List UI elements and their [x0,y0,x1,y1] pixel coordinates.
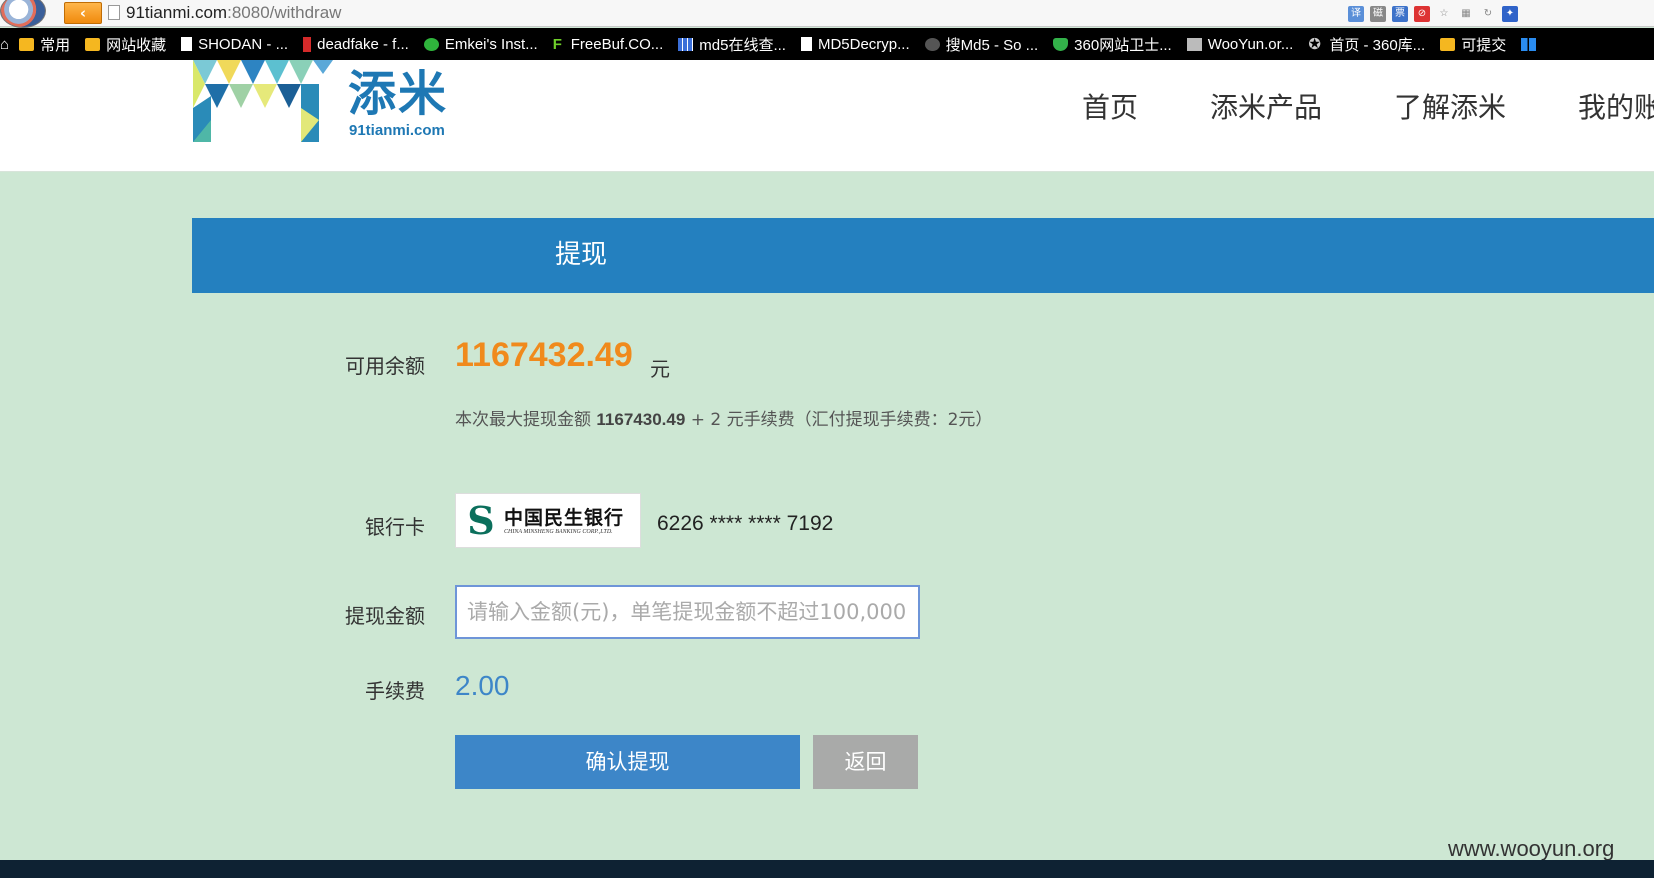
site-logo[interactable]: 添米 91tianmi.com [193,60,453,142]
bookmark-item[interactable]: Emkei's Inst... [423,35,538,53]
confirm-withdraw-button[interactable]: 确认提现 [455,735,800,789]
ticket-icon[interactable]: 票 [1392,6,1408,22]
withdraw-title-bar: 提现 [192,218,1654,293]
bookmark-label: WooYun.or... [1207,35,1294,53]
bookmark-item[interactable]: md5在线查... [678,34,786,55]
bookmark-label: SHODAN - ... [198,35,289,53]
bookmark-label: 搜Md5 - So ... [945,36,1039,54]
toolbar-icons: 译 磁 票 ⊘ ☆ ▦ ↻ ✦ [1348,3,1518,25]
card-number: 6226 **** **** 7192 [657,512,834,535]
home-icon[interactable]: ⌂ [0,36,9,53]
site-header: 添米 91tianmi.com 首页 添米产品 了解添米 我的账户 [0,60,1654,172]
bookmark-item[interactable]: ✪ 首页 - 360库... [1308,34,1425,55]
fee-value: 2.00 [455,670,510,701]
page-icon [800,37,812,51]
windows-icon-glyph [1521,37,1537,51]
page-icon [181,37,193,51]
bookmark-label: deadfake - f... [317,35,409,53]
shield-icon [1053,37,1069,51]
leaf-icon [423,37,439,51]
fee-label: 手续费 [365,679,425,703]
bookmark-item[interactable]: 360网站卫士... [1053,34,1172,55]
withdraw-amount-input[interactable] [455,585,920,639]
bookmark-label: 360网站卫士... [1074,36,1172,54]
nav-products[interactable]: 添米产品 [1210,88,1322,128]
nav-about[interactable]: 了解添米 [1394,88,1506,128]
main-nav: 首页 添米产品 了解添米 我的账户 [1082,88,1654,128]
amount-label: 提现金额 [345,604,425,628]
folder-icon [19,37,35,51]
nav-my-account[interactable]: 我的账户 [1578,88,1654,128]
back-button-form[interactable]: 返回 [813,735,918,789]
bookmark-item[interactable]: 网站收藏 [85,34,166,55]
balance-label: 可用余额 [345,354,425,378]
minsheng-bank-icon: S [467,497,495,543]
max-amount: 1167430.49 [596,410,686,429]
bookmark-item[interactable]: WooYun.or... [1186,35,1294,53]
bookmark-label: md5在线查... [699,36,786,54]
balance-value: 1167432.49 [455,336,633,374]
qr-icon[interactable]: ▦ [1458,6,1474,22]
bookmark-label: Emkei's Inst... [444,35,538,53]
bookmark-item[interactable]: deadfake - f... [303,36,409,53]
logo-text: 添米 [348,66,449,122]
back-button[interactable]: ‹ [64,2,102,24]
max-withdraw-note: 本次最大提现金额 1167430.49 + 2 元手续费（汇付提现手续费：2元） [455,405,992,430]
bookmark-item[interactable]: MD5Decryp... [800,35,910,53]
grid-icon [678,37,694,51]
bank-name-en: CHINA MINSHENG BANKING CORP.,LTD. [504,528,613,535]
wooyun-icon [1186,37,1202,51]
watermark: www.wooyun.org [1448,836,1615,861]
bank-card-label: 银行卡 [365,515,425,539]
refresh-icon[interactable]: ↻ [1480,6,1496,22]
bookmarks-bar: ⌂ 常用 网站收藏 SHODAN - ... deadfake - f... E… [0,28,1654,60]
max-note-suffix: + 2 元手续费（汇付提现手续费：2元） [690,410,993,430]
magnet-icon[interactable]: 磁 [1370,6,1386,22]
bottom-strip [0,860,1654,878]
bookmark-item[interactable]: 搜Md5 - So ... [924,34,1039,55]
logo-mark-icon [193,60,333,142]
bars-icon [303,36,312,52]
folder-icon [1440,37,1456,51]
url-host: 91tianmi.com [126,3,228,22]
browser-logo-icon[interactable] [0,0,46,28]
url-field[interactable]: 91tianmi.com:8080/withdraw [126,2,341,24]
bookmark-item[interactable]: F FreeBuf.CO... [553,36,664,53]
windows-icon[interactable] [1521,37,1542,51]
nav-home[interactable]: 首页 [1082,88,1138,128]
bookmark-label: 网站收藏 [106,36,167,54]
max-note-prefix: 本次最大提现金额 [455,410,591,430]
address-bar: ‹ 91tianmi.com:8080/withdraw 译 磁 票 ⊘ ☆ ▦… [0,0,1654,28]
page-icon [108,5,120,20]
md5-icon [924,37,940,51]
bookmark-item[interactable]: 常用 [19,34,70,55]
translate-icon[interactable]: 译 [1348,6,1364,22]
url-path: :8080/withdraw [227,3,342,22]
page-title: 提现 [554,240,607,270]
bookmark-label: 常用 [40,36,71,54]
balance-unit: 元 [650,357,670,381]
logo-url: 91tianmi.com [349,122,445,139]
bank-logo: S 中国民生银行 CHINA MINSHENG BANKING CORP.,LT… [455,493,641,548]
bookmark-label: 首页 - 360库... [1329,36,1426,54]
baidu-icon[interactable]: ✦ [1502,6,1518,22]
folder-icon [85,37,101,51]
bank-name-cn: 中国民生银行 [504,506,625,529]
star-icon: ✪ [1308,35,1321,53]
star-icon[interactable]: ☆ [1436,6,1452,22]
bookmark-label: 可提交 [1461,36,1507,54]
bookmark-label: FreeBuf.CO... [570,35,664,53]
freebuf-icon: F [552,35,562,53]
bookmark-item[interactable]: 可提交 [1440,34,1506,55]
bank-name: 中国民生银行 CHINA MINSHENG BANKING CORP.,LTD. [504,507,624,535]
bookmark-label: MD5Decryp... [817,35,910,53]
bookmark-item[interactable]: SHODAN - ... [181,36,288,53]
adblock-icon[interactable]: ⊘ [1414,6,1430,22]
